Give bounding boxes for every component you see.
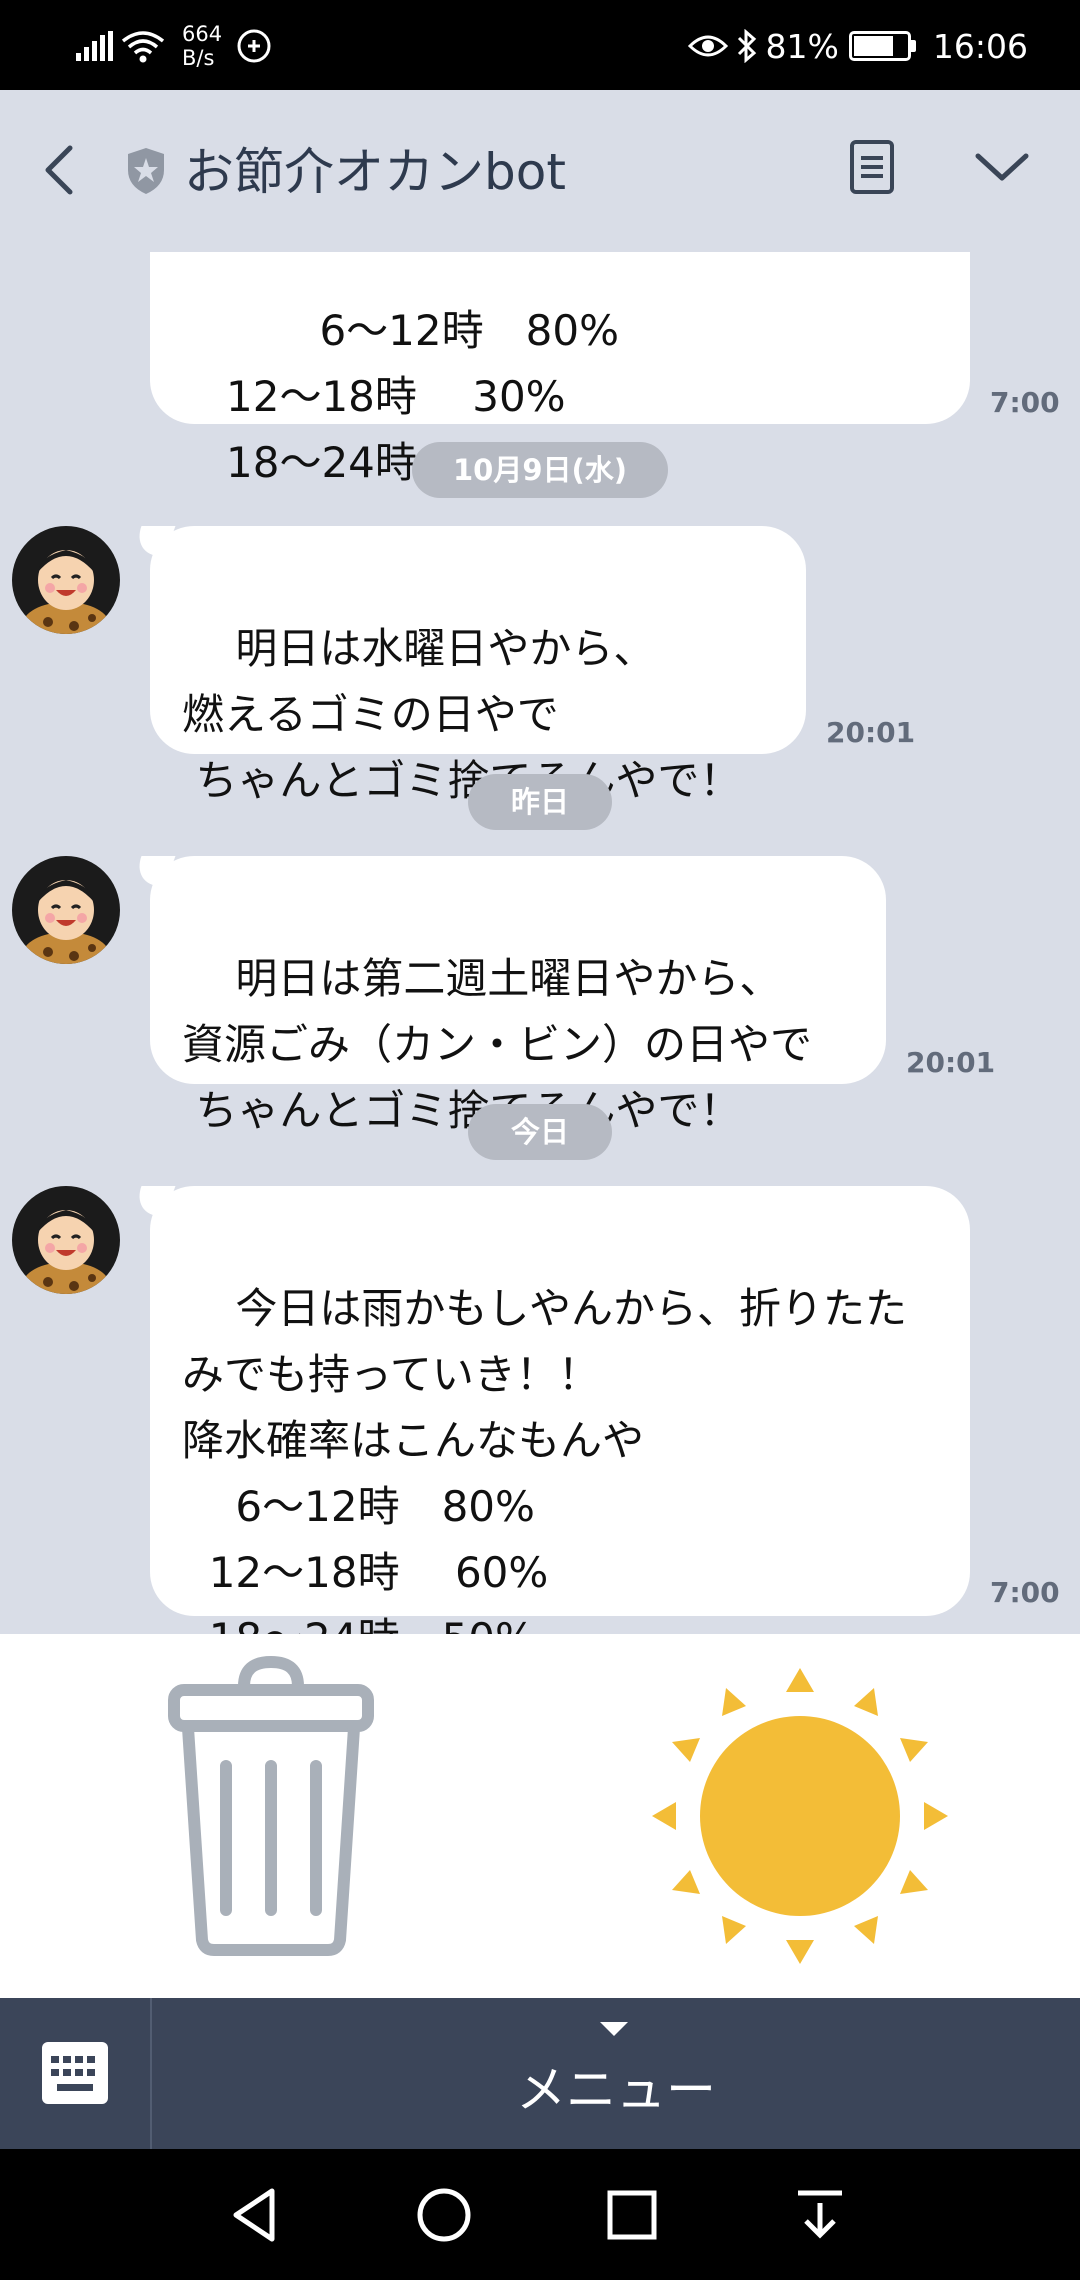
net-speed-value: 664 <box>182 22 223 46</box>
menu-arrow-icon <box>600 2022 628 2036</box>
bluetooth-icon <box>737 29 756 63</box>
recents-square-icon[interactable] <box>602 2185 662 2245</box>
okan-avatar-icon <box>12 526 120 634</box>
clock: 16:06 <box>932 26 1028 66</box>
shield-icon <box>128 148 164 194</box>
chat-title: お節介オカンbot <box>184 143 566 201</box>
rich-menu <box>0 1634 1080 1998</box>
avatar[interactable] <box>12 856 120 964</box>
trash-can-icon <box>168 1656 374 1956</box>
status-right: 81% 16:06 <box>687 18 1028 74</box>
message-bubble: 明日は第二週土曜日やから、 資源ごみ（カン・ビン）の日やで ちゃんとゴミ捨てるん… <box>150 856 886 1135</box>
home-circle-icon[interactable] <box>414 2185 474 2245</box>
chat-header: お節介オカンbot <box>0 90 1080 252</box>
message-text: 明日は水曜日やから、 燃えるゴミの日やで ちゃんとゴミ捨てるんやで！ <box>182 624 742 805</box>
message-time: 7:00 <box>990 1576 1060 1609</box>
battery-percent: 81% <box>765 26 839 66</box>
message-time: 7:00 <box>990 386 1060 419</box>
eye-comfort-icon <box>687 35 728 57</box>
message-time: 20:01 <box>906 1046 996 1079</box>
message-bubble-partial: 6〜12時 80% 12〜18時 30% 18〜24時 10% <box>150 252 970 487</box>
menu-toggle-button[interactable]: メニュー <box>152 1998 1080 2149</box>
back-triangle-icon[interactable] <box>226 2185 286 2245</box>
menu-label: メニュー <box>516 2061 716 2119</box>
notification-pull-icon[interactable] <box>790 2185 850 2245</box>
menu-bar: メニュー <box>0 1998 1080 2149</box>
battery-icon <box>848 31 916 61</box>
system-nav-bar <box>0 2149 1080 2280</box>
avatar[interactable] <box>12 1186 120 1294</box>
okan-avatar-icon <box>12 1186 120 1294</box>
date-separator: 昨日 <box>468 774 612 830</box>
rich-menu-item-weather[interactable] <box>540 1634 1080 1998</box>
okan-avatar-icon <box>12 856 120 964</box>
chevron-down-icon[interactable] <box>972 146 1032 186</box>
wifi-icon <box>121 31 165 63</box>
battery-fill <box>853 36 893 56</box>
message-bubble: 今日は雨かもしやんから、折りたた みでも持っていき！！ 降水確率はこんなもんや … <box>150 1186 970 1634</box>
status-bar: 664 B/s 81% 16:06 <box>0 0 1080 90</box>
message-text: 今日は雨かもしやんから、折りたた みでも持っていき！！ 降水確率はこんなもんや … <box>182 1284 907 1634</box>
keyboard-icon <box>42 2042 108 2104</box>
message-time: 20:01 <box>826 716 916 749</box>
keyboard-button[interactable] <box>0 1998 152 2149</box>
net-speed: 664 B/s <box>182 22 222 70</box>
back-icon[interactable] <box>38 140 82 200</box>
chat-area[interactable]: 6〜12時 80% 12〜18時 30% 18〜24時 10% 7:00 10月… <box>0 252 1080 1634</box>
date-separator: 今日 <box>468 1104 612 1160</box>
net-speed-unit: B/s <box>182 46 215 70</box>
rich-menu-item-garbage[interactable] <box>0 1634 540 1998</box>
date-separator: 10月9日(水) <box>412 442 668 498</box>
data-saver-icon <box>237 29 271 63</box>
avatar[interactable] <box>12 526 120 634</box>
sun-icon <box>652 1668 948 1964</box>
message-bubble: 明日は水曜日やから、 燃えるゴミの日やで ちゃんとゴミ捨てるんやで！ <box>150 526 806 805</box>
status-left: 664 B/s <box>76 18 272 74</box>
signal-icon <box>76 31 113 61</box>
notes-icon[interactable] <box>848 138 896 196</box>
